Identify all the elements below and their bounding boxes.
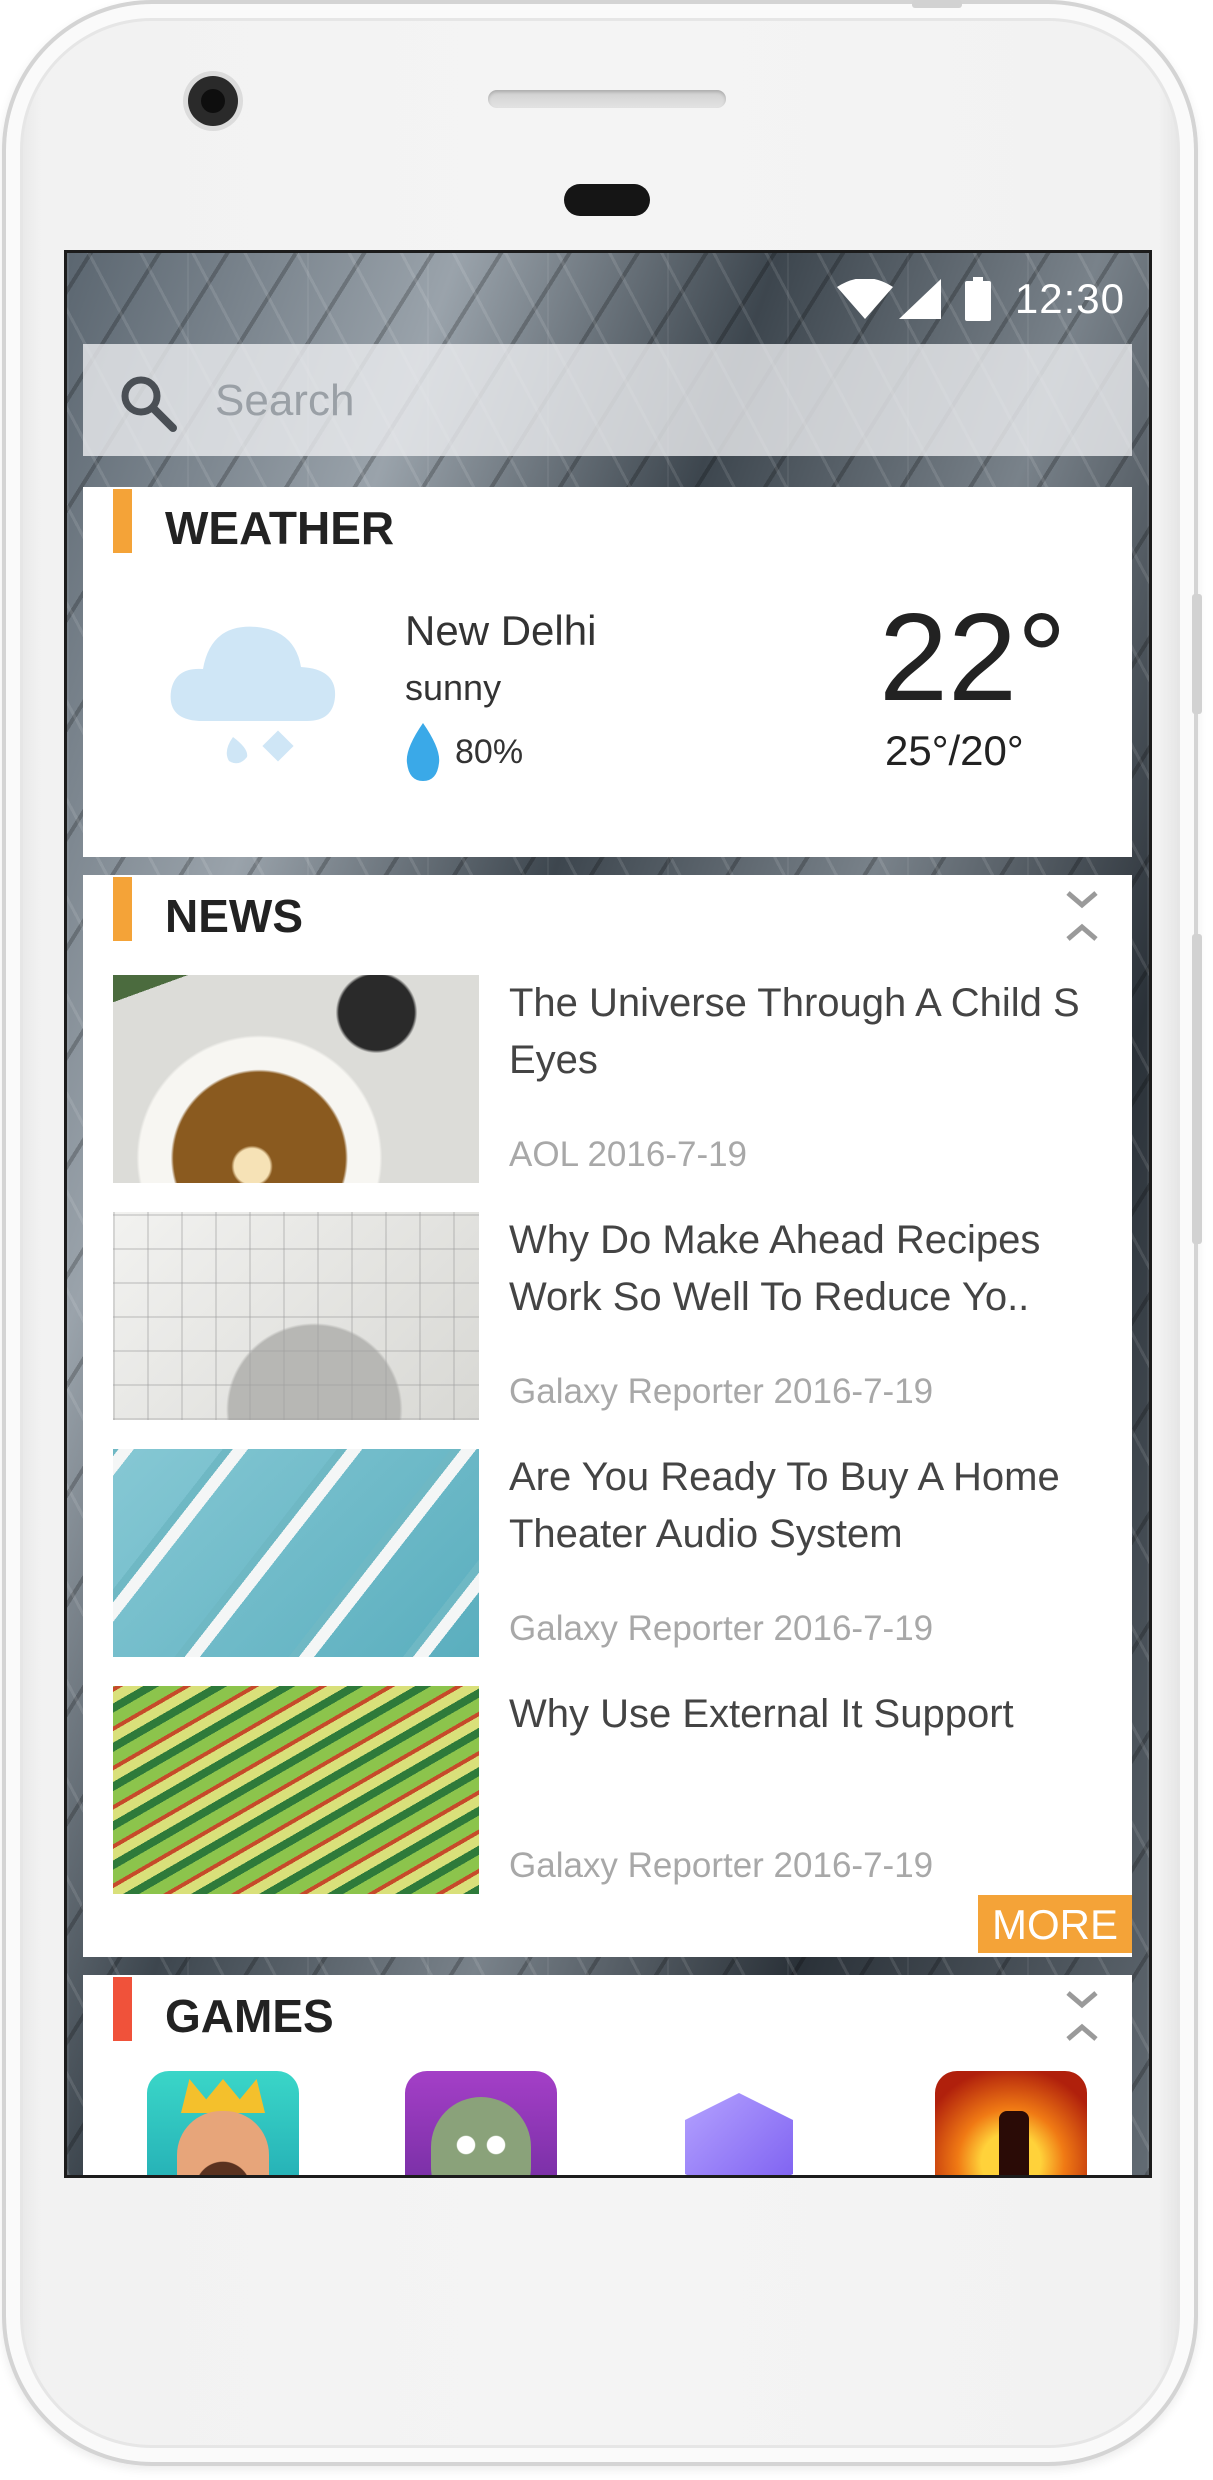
games-card: GAMES bbox=[83, 1975, 1132, 2175]
news-title: NEWS bbox=[165, 890, 303, 942]
proximity-sensor bbox=[564, 184, 650, 216]
collapse-icon[interactable] bbox=[1064, 1989, 1100, 2045]
screen: 12:30 Search WEATHER New Delhi sunny 80%… bbox=[64, 250, 1152, 2178]
power-button bbox=[1192, 594, 1202, 714]
weather-accent-bar bbox=[113, 489, 132, 553]
weather-temperature: 22° bbox=[879, 589, 1067, 727]
news-headline[interactable]: Why Use External It Support bbox=[509, 1686, 1109, 1743]
weather-title: WEATHER bbox=[165, 502, 395, 554]
news-item[interactable]: Are You Ready To Buy A Home Theater Audi… bbox=[113, 1449, 1113, 1657]
wifi-icon bbox=[837, 279, 893, 319]
news-thumbnail[interactable] bbox=[113, 1686, 479, 1894]
cellular-signal-icon bbox=[899, 279, 941, 319]
shadow-fight-icon[interactable] bbox=[935, 2071, 1087, 2175]
news-item[interactable]: Why Use External It Support Galaxy Repor… bbox=[113, 1686, 1113, 1894]
volume-button bbox=[1192, 934, 1202, 1244]
phone-frame: 12:30 Search WEATHER New Delhi sunny 80%… bbox=[2, 0, 1202, 2466]
weather-city: New Delhi bbox=[405, 607, 597, 654]
weather-card[interactable]: WEATHER New Delhi sunny 80% 22° 25°/20° bbox=[83, 487, 1132, 857]
news-headline[interactable]: Why Do Make Ahead Recipes Work So Well T… bbox=[509, 1212, 1109, 1326]
earpiece-speaker bbox=[488, 90, 726, 108]
search-icon[interactable] bbox=[117, 372, 177, 432]
news-source: AOL 2016-7-19 bbox=[509, 1135, 748, 1174]
news-source: Galaxy Reporter 2016-7-19 bbox=[509, 1846, 934, 1885]
news-source: Galaxy Reporter 2016-7-19 bbox=[509, 1372, 934, 1411]
top-button bbox=[912, 0, 962, 8]
status-time: 12:30 bbox=[1014, 275, 1125, 322]
humidity-drop-icon bbox=[406, 723, 440, 781]
news-thumbnail[interactable] bbox=[113, 975, 479, 1183]
cloud-rain-icon bbox=[170, 626, 336, 764]
plants-vs-zombies-icon[interactable] bbox=[405, 2071, 557, 2175]
games-title: GAMES bbox=[165, 1990, 334, 2042]
weather-humidity: 80% bbox=[455, 733, 524, 771]
weather-condition: sunny bbox=[405, 667, 502, 708]
news-thumbnail[interactable] bbox=[113, 1212, 479, 1420]
news-accent-bar bbox=[113, 877, 132, 941]
news-thumbnail[interactable] bbox=[113, 1449, 479, 1657]
weather-high-low: 25°/20° bbox=[885, 727, 1024, 774]
news-card: NEWS The Universe Through A Child S Eyes… bbox=[83, 875, 1132, 1957]
search-bar[interactable]: Search bbox=[83, 344, 1132, 456]
status-bar: 12:30 bbox=[67, 253, 1149, 339]
search-input[interactable]: Search bbox=[215, 376, 354, 426]
clash-royale-icon[interactable] bbox=[147, 2071, 299, 2175]
news-headline[interactable]: The Universe Through A Child S Eyes bbox=[509, 975, 1109, 1089]
more-button[interactable]: MORE bbox=[978, 1895, 1132, 1953]
news-headline[interactable]: Are You Ready To Buy A Home Theater Audi… bbox=[509, 1449, 1109, 1563]
front-camera bbox=[188, 76, 238, 126]
games-accent-bar bbox=[113, 1977, 132, 2041]
collapse-icon[interactable] bbox=[1064, 889, 1100, 945]
cube-game-icon[interactable] bbox=[679, 2087, 799, 2175]
news-item[interactable]: Why Do Make Ahead Recipes Work So Well T… bbox=[113, 1212, 1113, 1420]
news-source: Galaxy Reporter 2016-7-19 bbox=[509, 1609, 934, 1648]
news-item[interactable]: The Universe Through A Child S Eyes AOL … bbox=[113, 975, 1113, 1183]
battery-icon bbox=[965, 277, 991, 321]
